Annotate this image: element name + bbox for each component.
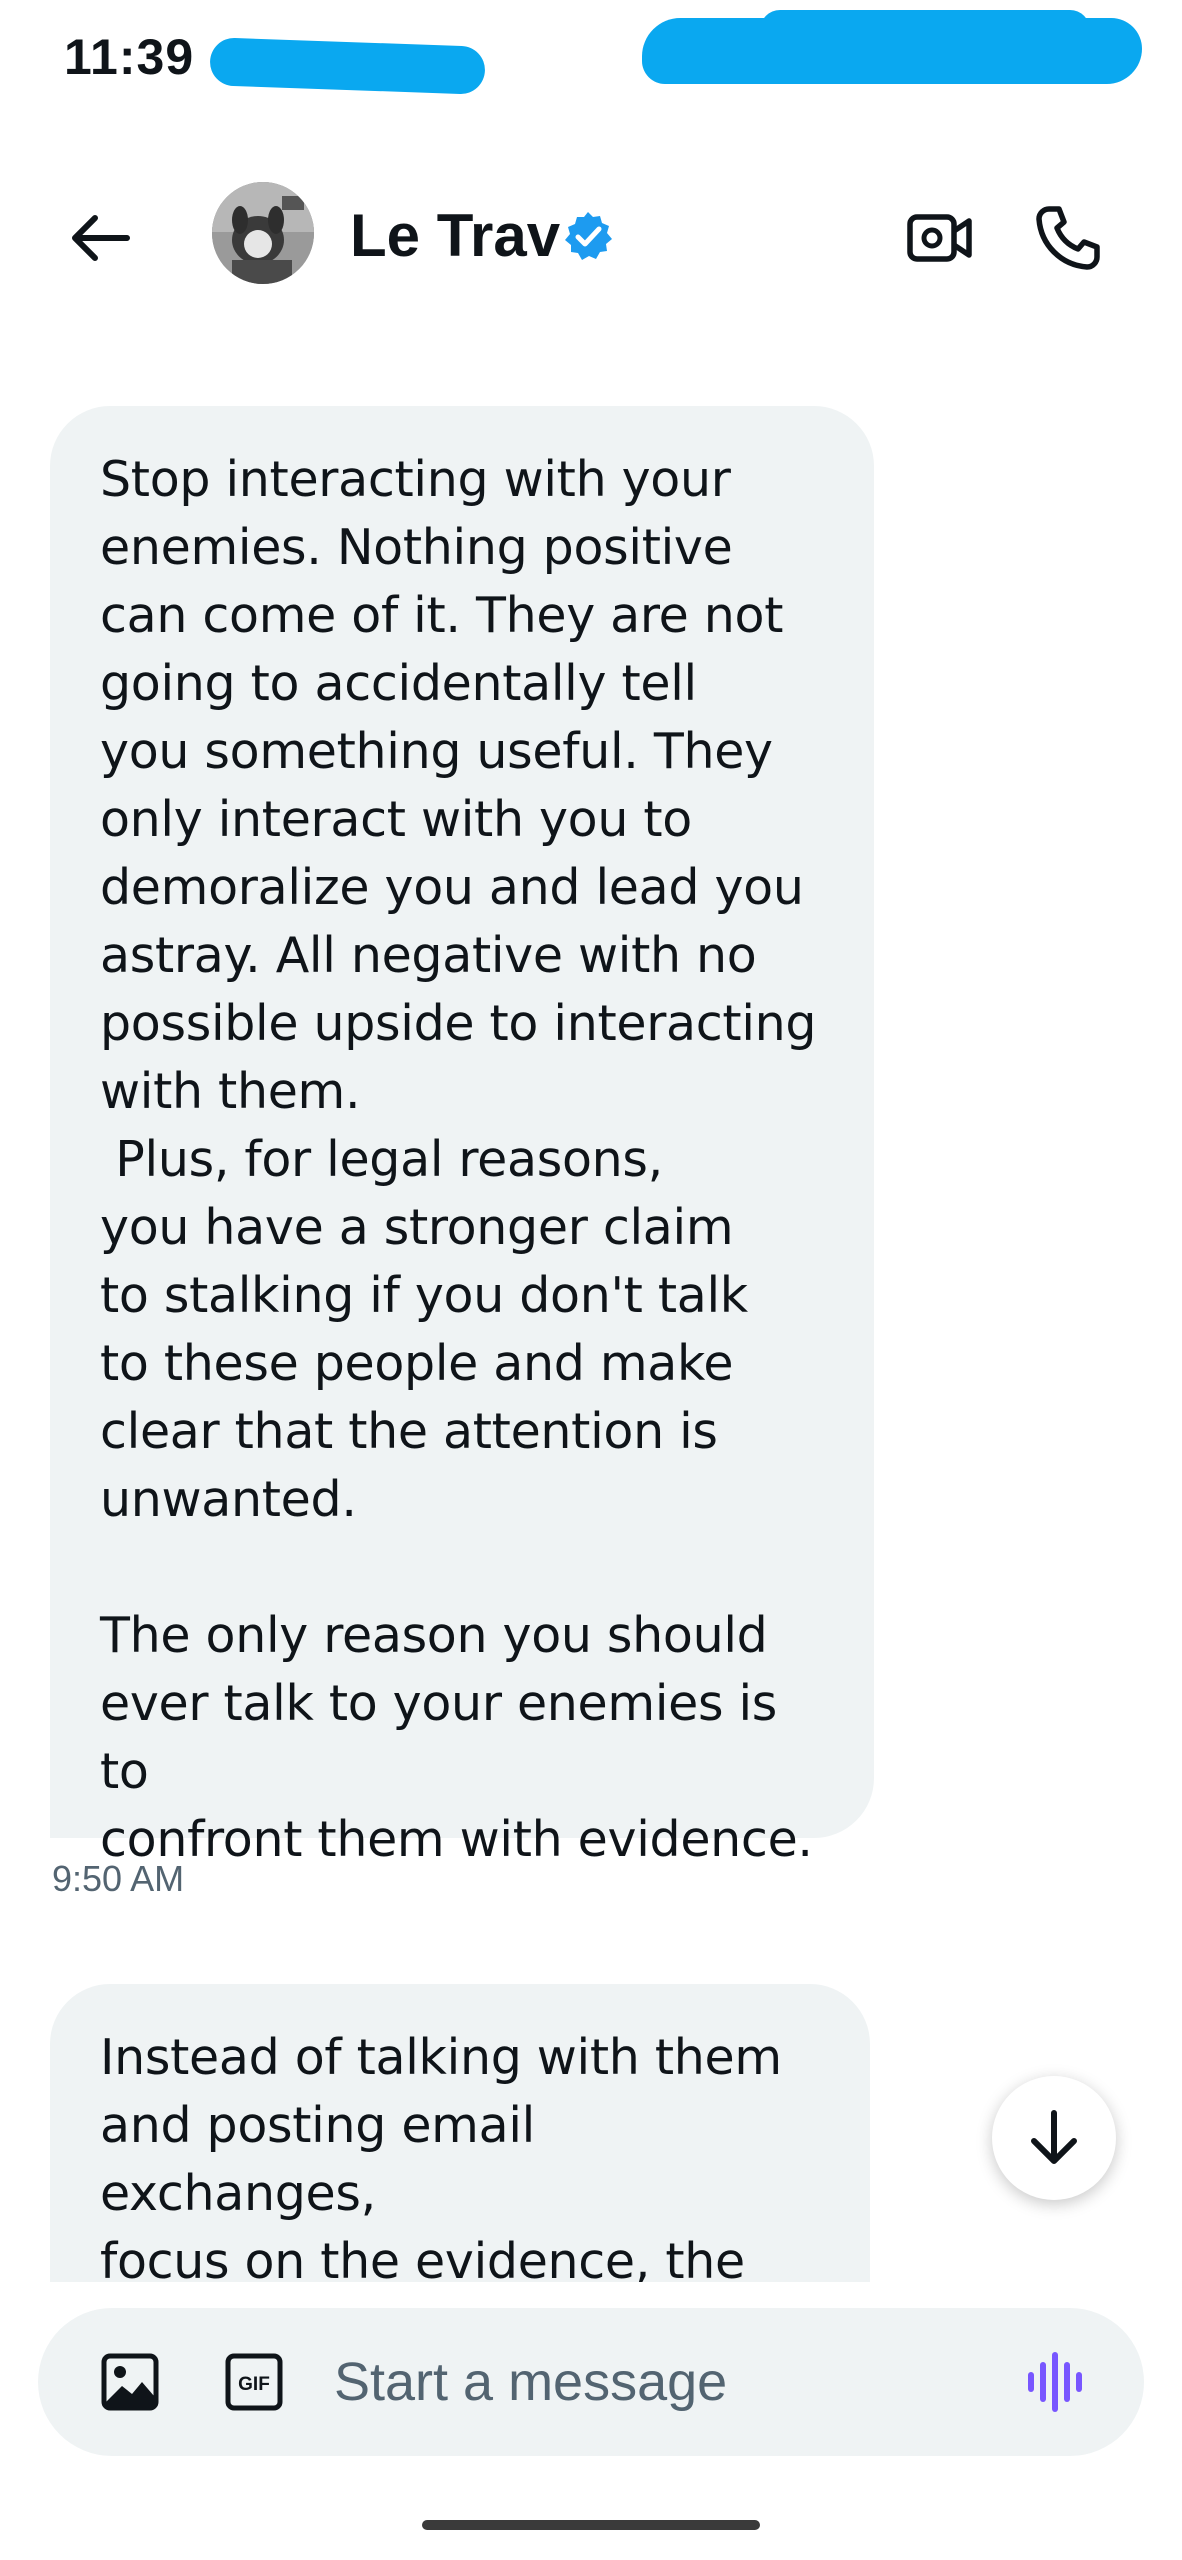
scroll-to-bottom-button[interactable]: [992, 2076, 1116, 2200]
message-timestamp: 9:50 AM: [52, 1858, 185, 1899]
redaction-mark: [642, 18, 1142, 84]
verified-badge-icon: [562, 210, 614, 262]
arrow-left-icon: [72, 215, 130, 261]
phone-icon: [1036, 206, 1100, 270]
message-input[interactable]: [334, 2344, 994, 2420]
avatar-image: [212, 182, 314, 284]
message-bubble[interactable]: Instead of talking with them and posting…: [50, 1984, 870, 2282]
add-media-button[interactable]: [98, 2350, 162, 2414]
contact-name[interactable]: Le Trav: [350, 200, 560, 272]
previous-timestamp-fragment: ·····: [990, 296, 1130, 310]
gif-icon: GIF: [225, 2353, 283, 2411]
message-bubble[interactable]: Stop interacting with your enemies. Noth…: [50, 406, 874, 1868]
arrow-down-icon: [1031, 2110, 1077, 2164]
status-time: 11:39: [64, 29, 195, 85]
video-call-button[interactable]: [900, 198, 980, 278]
voice-waveform-icon: [1028, 2352, 1082, 2412]
conversation-header: Le Trav: [0, 160, 1182, 310]
status-bar: 11:39: [0, 0, 1182, 120]
message-composer: GIF: [38, 2308, 1144, 2456]
redaction-mark: [209, 37, 486, 95]
message-list[interactable]: Stop interacting with your enemies. Noth…: [0, 320, 1182, 2282]
video-camera-icon: [907, 214, 972, 262]
avatar[interactable]: [212, 182, 314, 284]
message-text: Stop interacting with your enemies. Noth…: [100, 451, 817, 1868]
voice-call-button[interactable]: [1026, 196, 1110, 280]
home-indicator: [422, 2520, 760, 2530]
image-icon: [101, 2353, 159, 2411]
gif-button[interactable]: GIF: [224, 2352, 284, 2412]
back-button[interactable]: [60, 198, 140, 278]
gif-label: GIF: [238, 2374, 270, 2395]
voice-message-button[interactable]: [1022, 2348, 1090, 2416]
message-text: Instead of talking with them and posting…: [100, 2029, 782, 2282]
